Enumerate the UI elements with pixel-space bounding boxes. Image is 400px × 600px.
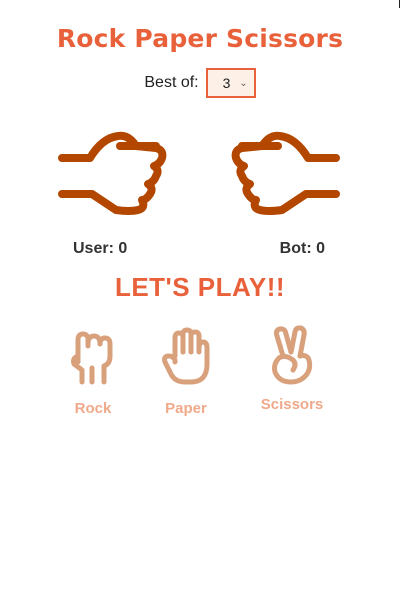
- paper-hand-icon: [162, 327, 210, 385]
- scissors-label: Scissors: [260, 396, 324, 413]
- rock-label: Rock: [74, 400, 112, 417]
- paper-button[interactable]: Paper: [151, 326, 221, 417]
- best-of-value: 3: [222, 75, 231, 91]
- best-of-label: Best of:: [144, 74, 199, 91]
- page-title: Rock Paper Scissors: [56, 24, 344, 53]
- bot-hand-icon: [231, 131, 340, 215]
- rock-button[interactable]: Rock: [58, 326, 128, 417]
- rock-hand-icon: [71, 331, 113, 385]
- user-score: User: 0: [73, 240, 128, 257]
- scissors-button[interactable]: Scissors: [257, 324, 327, 413]
- best-of-select[interactable]: 3 ⌄: [205, 68, 256, 98]
- scissors-hand-icon: [272, 325, 313, 385]
- best-of-row: Best of: 3 ⌄: [0, 68, 400, 98]
- game-status: LET'S PLAY!!: [114, 272, 286, 302]
- bot-score: Bot: 0: [279, 240, 325, 257]
- chevron-down-icon: ⌄: [239, 77, 248, 89]
- user-hand-icon: [58, 131, 167, 215]
- game-page: Rock Paper Scissors Best of: 3 ⌄ User: 0…: [0, 0, 400, 600]
- paper-label: Paper: [165, 400, 207, 417]
